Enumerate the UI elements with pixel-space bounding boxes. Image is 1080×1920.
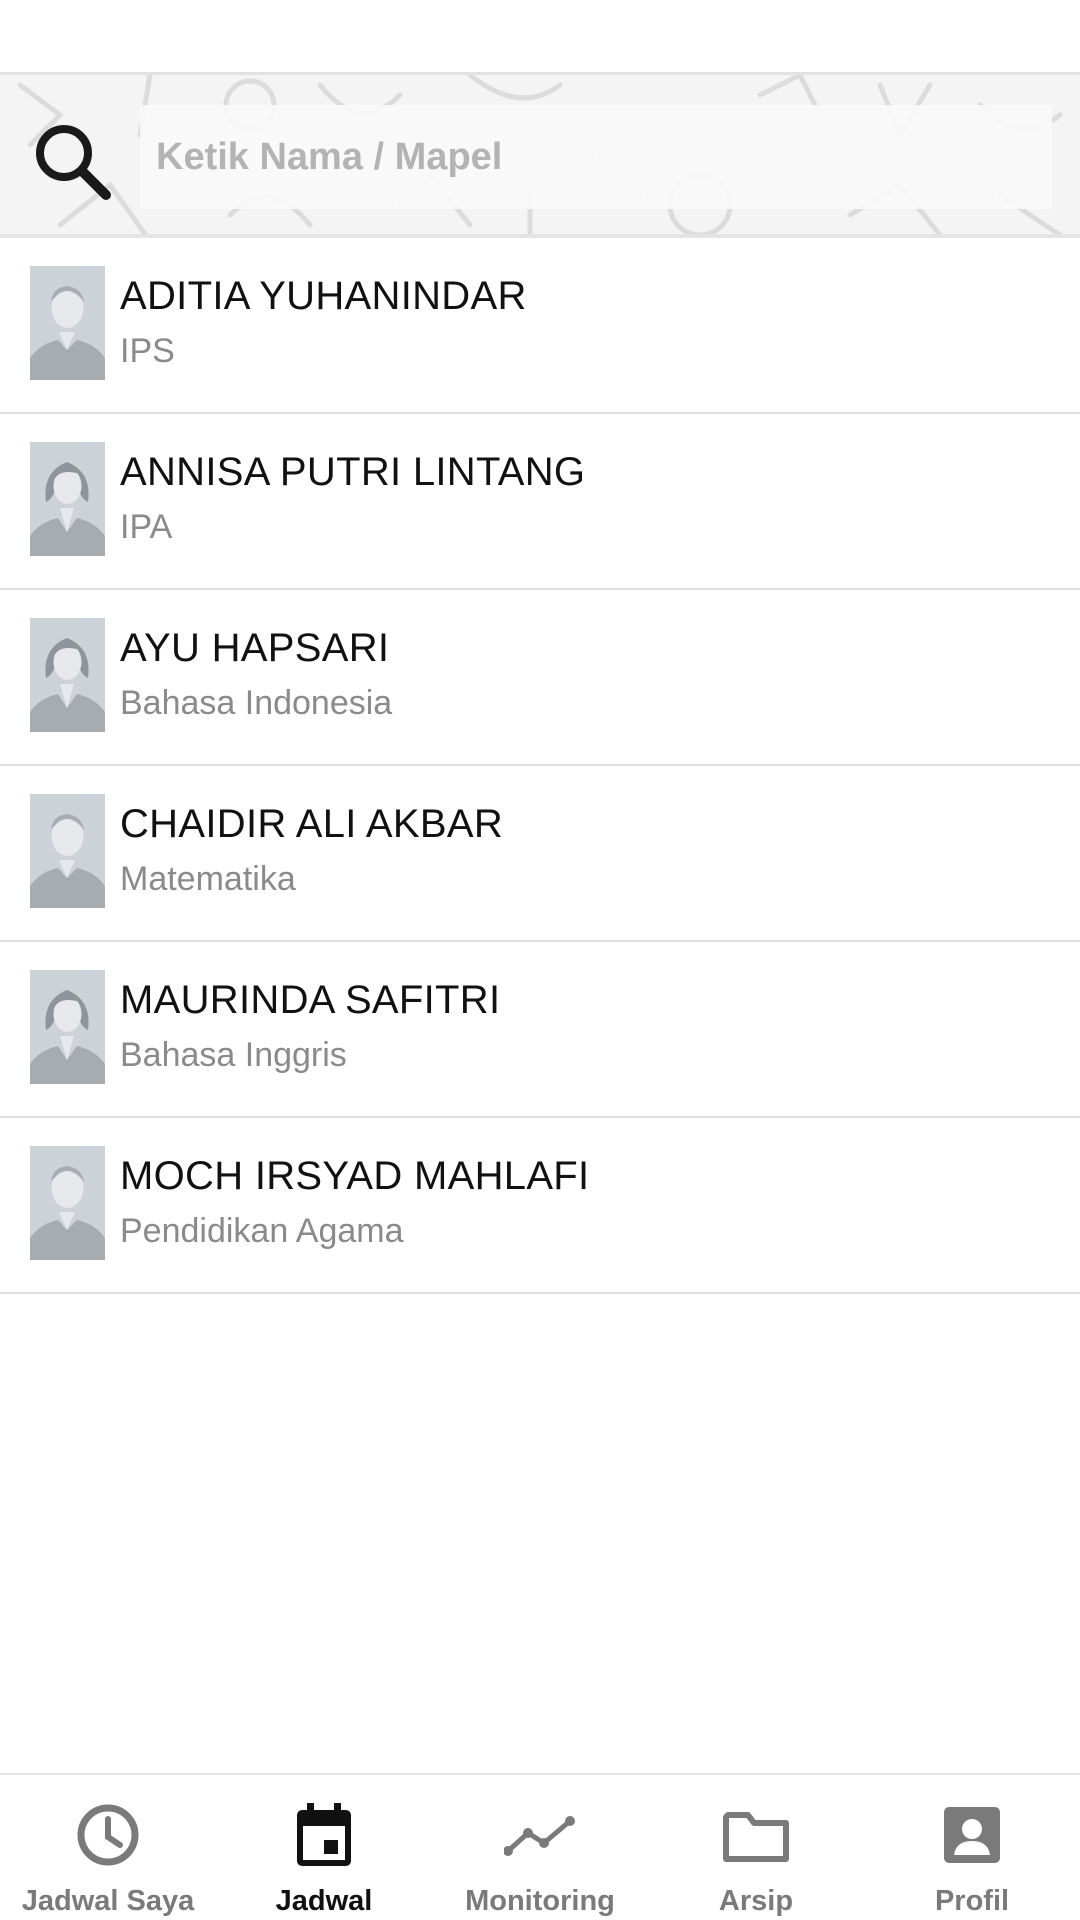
trend-line-icon (504, 1816, 575, 1856)
folder-icon (723, 1812, 789, 1862)
teacher-list: ADITIA YUHANINDAR IPS ANNISA PUTRI LINTA… (0, 238, 1080, 1294)
search-header (0, 72, 1080, 238)
nav-label: Profil (934, 1885, 1010, 1917)
calendar-icon (297, 1803, 351, 1866)
teacher-subject: IPA (120, 508, 173, 546)
male-avatar-icon (30, 266, 105, 380)
teacher-subject: Bahasa Indonesia (120, 684, 393, 722)
female-avatar-icon (30, 970, 105, 1084)
teacher-list-item[interactable]: MOCH IRSYAD MAHLAFI Pendidikan Agama (0, 1118, 1080, 1294)
nav-item-monitoring[interactable]: Monitoring (432, 1775, 648, 1920)
female-avatar-icon (30, 442, 105, 556)
nav-item-jadwal[interactable]: Jadwal (216, 1775, 432, 1920)
female-avatar-icon (30, 618, 105, 732)
search-icon[interactable] (32, 121, 114, 203)
teacher-list-item[interactable]: CHAIDIR ALI AKBAR Matematika (0, 766, 1080, 942)
nav-item-arsip[interactable]: Arsip (648, 1775, 864, 1920)
clock-icon (77, 1804, 139, 1866)
teacher-list-item[interactable]: MAURINDA SAFITRI Bahasa Inggris (0, 942, 1080, 1118)
teacher-list-item[interactable]: ADITIA YUHANINDAR IPS (0, 238, 1080, 414)
top-bar (0, 0, 1080, 72)
teacher-subject: IPS (120, 332, 175, 370)
teacher-list-item[interactable]: AYU HAPSARI Bahasa Indonesia (0, 590, 1080, 766)
search-input[interactable] (140, 105, 1052, 209)
teacher-subject: Bahasa Inggris (120, 1036, 347, 1074)
nav-item-profil[interactable]: Profil (864, 1775, 1080, 1920)
nav-item-jadwal-saya[interactable]: Jadwal Saya (0, 1775, 216, 1920)
bottom-navigation: Jadwal Saya Jadwal Monitoring Arsip Prof… (0, 1773, 1080, 1920)
teacher-name: MAURINDA SAFITRI (120, 978, 501, 1022)
teacher-name: ANNISA PUTRI LINTANG (120, 450, 586, 494)
nav-label: Jadwal (275, 1885, 373, 1917)
teacher-subject: Pendidikan Agama (120, 1212, 404, 1250)
nav-label: Arsip (718, 1885, 794, 1917)
teacher-name: CHAIDIR ALI AKBAR (120, 802, 504, 846)
teacher-name: MOCH IRSYAD MAHLAFI (120, 1154, 590, 1198)
app-screen: ADITIA YUHANINDAR IPS ANNISA PUTRI LINTA… (0, 0, 1080, 1920)
nav-label: Monitoring (465, 1885, 615, 1917)
account-box-icon (944, 1807, 1000, 1863)
male-avatar-icon (30, 1146, 105, 1260)
nav-label: Jadwal Saya (21, 1885, 195, 1917)
teacher-name: AYU HAPSARI (120, 626, 390, 670)
male-avatar-icon (30, 794, 105, 908)
teacher-subject: Matematika (120, 860, 296, 898)
teacher-name: ADITIA YUHANINDAR (120, 274, 527, 318)
teacher-list-item[interactable]: ANNISA PUTRI LINTANG IPA (0, 414, 1080, 590)
